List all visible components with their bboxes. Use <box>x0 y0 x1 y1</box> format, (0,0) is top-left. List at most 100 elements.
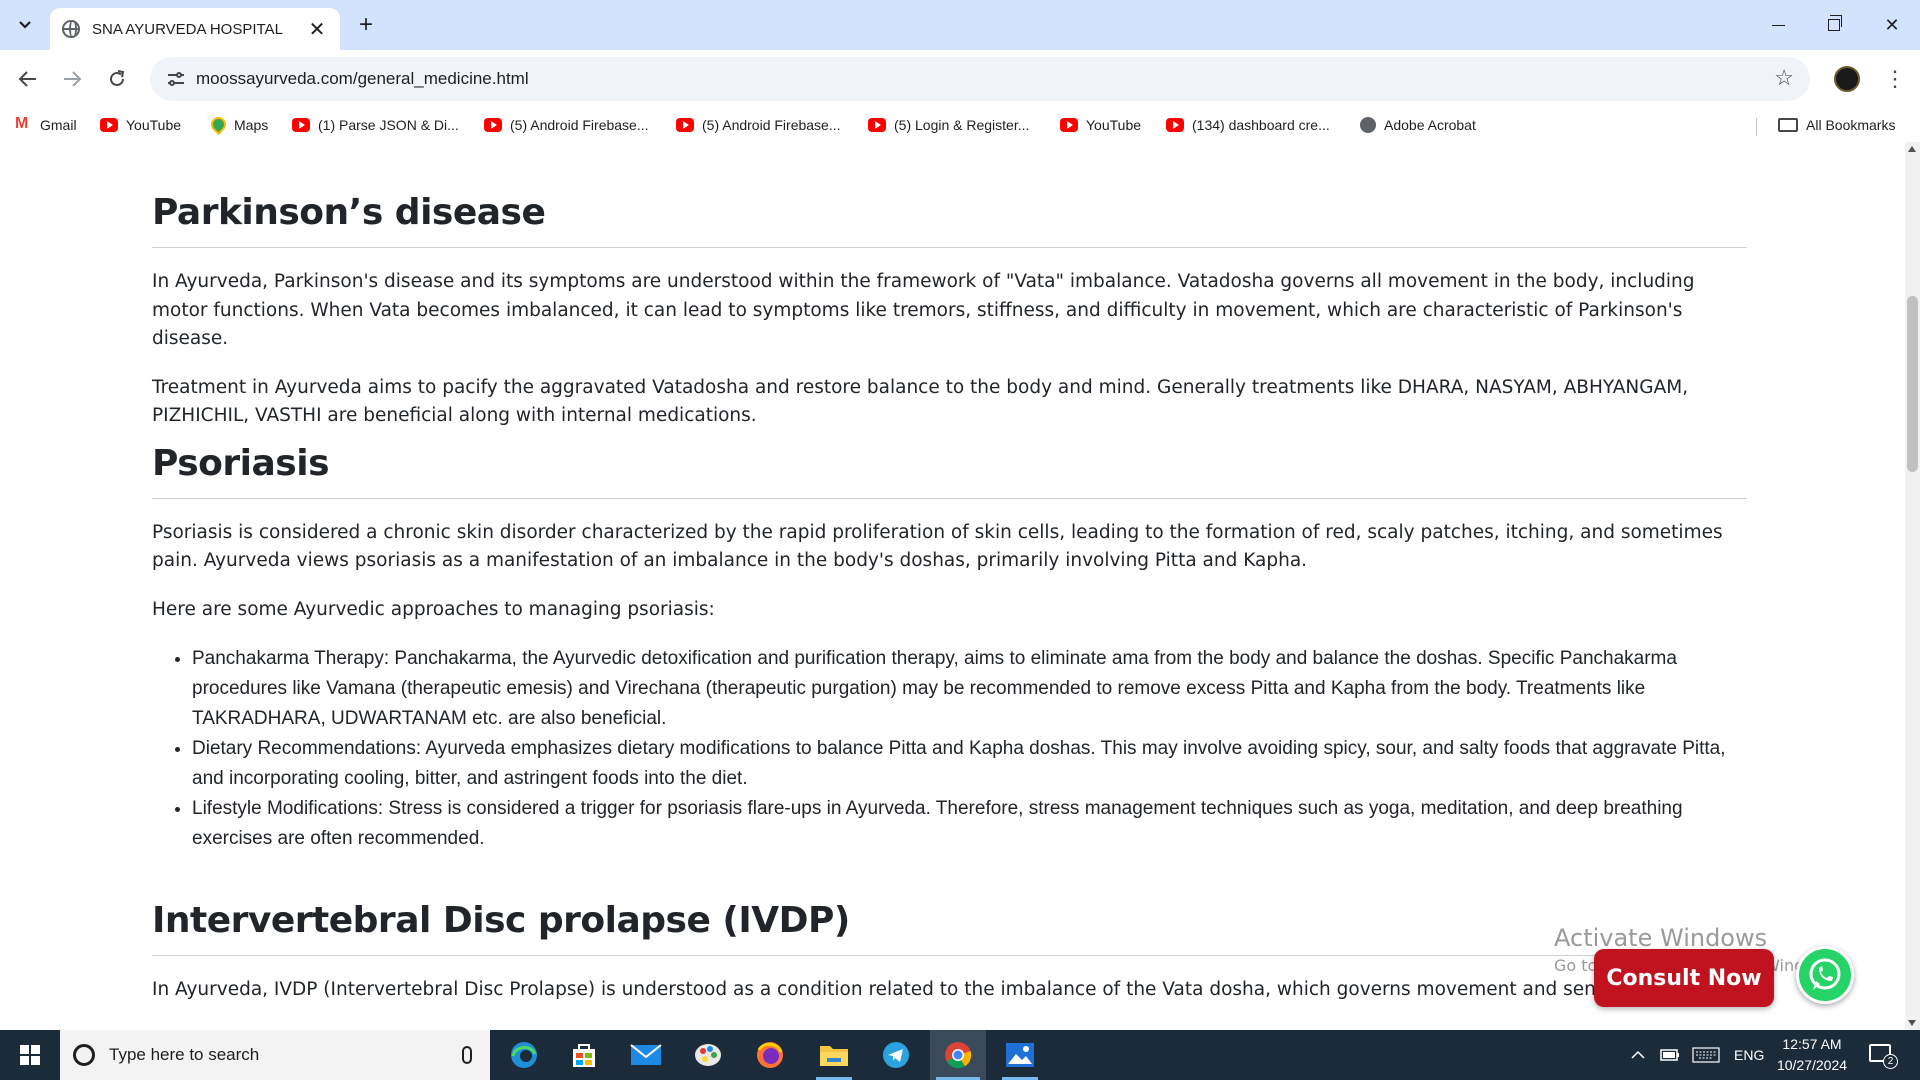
globe-icon <box>62 20 80 38</box>
tray-show-hidden-icon[interactable] <box>1630 1030 1646 1080</box>
address-bar[interactable]: moossayurveda.com/general_medicine.html … <box>150 57 1810 101</box>
maps-icon <box>208 118 226 132</box>
bookmark-parse-json[interactable]: (1) Parse JSON & Di... <box>292 114 459 136</box>
section-heading: Psoriasis <box>152 442 330 484</box>
section-parkinsons: Parkinson’s disease In Ayurveda, Parkins… <box>152 192 1747 431</box>
taskbar-edge[interactable] <box>496 1030 552 1080</box>
bookmark-youtube[interactable]: YouTube <box>100 114 181 136</box>
taskbar-clock[interactable]: 12:57 AM 10/27/2024 <box>1766 1034 1858 1076</box>
tab-search-chevron-icon[interactable] <box>10 12 40 38</box>
consult-now-button[interactable]: Consult Now <box>1594 949 1774 1007</box>
paint-icon <box>695 1044 721 1066</box>
bookmark-label: Gmail <box>40 117 77 133</box>
bookmark-dashboard[interactable]: (134) dashboard cre... <box>1166 114 1330 136</box>
bookmark-adobe-acrobat[interactable]: Adobe Acrobat <box>1360 114 1476 136</box>
browser-toolbar: moossayurveda.com/general_medicine.html … <box>0 50 1920 108</box>
forward-button[interactable] <box>56 63 88 95</box>
microphone-icon[interactable] <box>462 1046 472 1064</box>
youtube-icon <box>292 118 310 132</box>
youtube-icon <box>100 118 118 132</box>
watermark-title: Activate Windows <box>1554 924 1768 952</box>
approaches-list: Panchakarma Therapy: Panchakarma, the Ay… <box>152 644 1747 854</box>
window-minimize-button[interactable] <box>1750 0 1806 50</box>
list-item: Dietary Recommendations: Ayurveda emphas… <box>192 734 1747 794</box>
bookmark-maps[interactable]: Maps <box>208 114 268 136</box>
keyboard-icon[interactable] <box>1692 1030 1720 1080</box>
scrollbar-thumb[interactable] <box>1907 296 1918 472</box>
section-heading: Intervertebral Disc prolapse (IVDP) <box>152 900 850 941</box>
bookmark-star-icon[interactable]: ☆ <box>1774 65 1794 91</box>
browser-menu-icon[interactable]: ⋮ <box>1880 65 1910 95</box>
section-paragraph: Psoriasis is considered a chronic skin d… <box>152 521 1723 572</box>
gmail-icon <box>14 115 32 133</box>
language-indicator[interactable]: ENG <box>1734 1030 1764 1080</box>
bookmark-android-firebase-2[interactable]: (5) Android Firebase... <box>676 114 841 136</box>
taskbar-search-box[interactable]: Type here to search <box>60 1030 490 1080</box>
bookmark-youtube-2[interactable]: YouTube <box>1060 114 1141 136</box>
browser-tab-active[interactable]: SNA AYURVEDA HOSPITAL ✕ <box>50 8 340 50</box>
page-viewport: Parkinson’s disease In Ayurveda, Parkins… <box>0 142 1905 1030</box>
taskbar-paint[interactable] <box>680 1030 736 1080</box>
notification-center-button[interactable]: 2 <box>1866 1040 1898 1070</box>
clock-time: 12:57 AM <box>1782 1036 1842 1052</box>
scroll-up-arrow-icon[interactable] <box>1908 146 1916 152</box>
section-paragraph: In Ayurveda, Parkinson's disease and its… <box>152 271 1695 349</box>
scroll-down-arrow-icon[interactable] <box>1908 1020 1916 1026</box>
store-icon <box>573 1044 595 1067</box>
taskbar-photos[interactable] <box>992 1030 1048 1080</box>
bookmark-label: YouTube <box>1086 117 1142 133</box>
taskbar-mail[interactable] <box>618 1030 674 1080</box>
folder-icon <box>1778 118 1798 132</box>
youtube-icon <box>484 118 502 132</box>
taskbar-file-explorer[interactable] <box>806 1030 862 1080</box>
section-paragraph: Here are some Ayurvedic approaches to ma… <box>152 598 715 620</box>
reload-icon <box>110 70 125 86</box>
window-close-button[interactable]: ✕ <box>1864 0 1920 50</box>
youtube-icon <box>868 118 886 132</box>
whatsapp-icon <box>1809 958 1841 990</box>
site-settings-icon[interactable] <box>166 69 186 89</box>
section-heading: Parkinson’s disease <box>152 192 546 233</box>
bookmark-label: (5) Android Firebase... <box>702 117 841 133</box>
section-ivdp: Intervertebral Disc prolapse (IVDP) In A… <box>152 900 1747 1005</box>
telegram-icon <box>883 1042 909 1068</box>
bookmark-label: (5) Login & Register... <box>894 117 1030 133</box>
restore-icon <box>1828 15 1842 31</box>
back-button[interactable] <box>12 63 44 95</box>
taskbar-chrome[interactable] <box>930 1030 986 1080</box>
clock-date: 10/27/2024 <box>1776 1057 1848 1073</box>
section-paragraph: Treatment in Ayurveda aims to pacify the… <box>152 376 1689 427</box>
new-tab-button[interactable]: + <box>352 12 380 40</box>
start-button[interactable] <box>0 1030 60 1080</box>
all-bookmarks-button[interactable]: All Bookmarks <box>1778 114 1895 136</box>
profile-avatar[interactable] <box>1834 66 1860 92</box>
section-divider <box>152 247 1747 248</box>
tab-title: SNA AYURVEDA HOSPITAL <box>92 20 283 38</box>
taskbar-firefox[interactable] <box>742 1030 798 1080</box>
reload-button[interactable] <box>101 63 133 95</box>
window-restore-button[interactable] <box>1806 0 1862 50</box>
bookmarks-divider <box>1756 118 1757 136</box>
arrow-right-icon <box>64 71 82 87</box>
whatsapp-button[interactable] <box>1796 946 1854 1004</box>
search-placeholder: Type here to search <box>109 1045 260 1064</box>
tab-close-icon[interactable]: ✕ <box>306 17 328 42</box>
section-paragraph: In Ayurveda, IVDP (Intervertebral Disc P… <box>152 979 1636 1000</box>
bookmarks-bar: Gmail YouTube Maps (1) Parse JSON & Di..… <box>0 108 1920 142</box>
article-content: Parkinson’s disease In Ayurveda, Parkins… <box>152 142 1747 1005</box>
bookmark-gmail[interactable]: Gmail <box>14 114 77 136</box>
battery-icon[interactable] <box>1660 1030 1680 1080</box>
minimize-icon <box>1771 24 1785 26</box>
photos-icon <box>1006 1043 1034 1067</box>
bookmark-login-register[interactable]: (5) Login & Register... <box>868 114 1029 136</box>
chrome-icon <box>945 1042 972 1069</box>
mail-icon <box>630 1044 662 1065</box>
list-item: Lifestyle Modifications: Stress is consi… <box>192 794 1747 854</box>
section-divider <box>152 955 1747 956</box>
taskbar-store[interactable] <box>556 1030 612 1080</box>
address-url[interactable]: moossayurveda.com/general_medicine.html <box>196 69 529 89</box>
bookmark-android-firebase-1[interactable]: (5) Android Firebase... <box>484 114 649 136</box>
cortana-icon <box>73 1044 95 1066</box>
page-scrollbar[interactable] <box>1905 142 1920 1030</box>
taskbar-telegram[interactable] <box>868 1030 924 1080</box>
